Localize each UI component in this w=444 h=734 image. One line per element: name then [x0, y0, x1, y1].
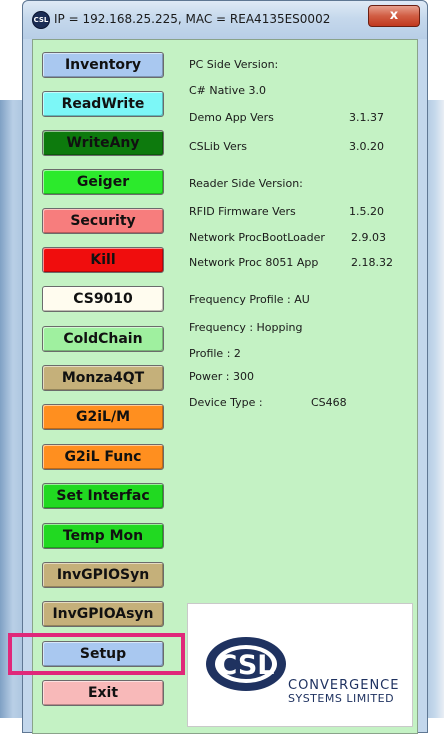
network-bootloader-value: 2.9.03: [351, 231, 386, 244]
main-panel: Inventory ReadWrite WriteAny Geiger Secu…: [32, 39, 418, 734]
device-type-value: CS468: [311, 396, 347, 409]
temp-mon-button[interactable]: Temp Mon: [42, 523, 164, 549]
setup-highlight-box: [8, 633, 185, 675]
kill-button[interactable]: Kill: [42, 247, 164, 273]
cs9010-button[interactable]: CS9010: [42, 286, 164, 312]
rfid-firmware-version-value: 1.5.20: [349, 205, 384, 218]
logo-mark-text: CSL: [218, 650, 275, 681]
network-proc-app-label: Network Proc 8051 App: [189, 256, 319, 269]
geiger-button[interactable]: Geiger: [42, 169, 164, 195]
logo-line-1: CONVERGENCE: [288, 678, 400, 693]
frequency-profile: Frequency Profile : AU: [189, 293, 310, 306]
reader-side-version-header: Reader Side Version:: [189, 177, 303, 190]
exit-button[interactable]: Exit: [42, 680, 164, 706]
device-type-label: Device Type :: [189, 396, 263, 409]
close-button[interactable]: x: [368, 5, 420, 27]
csharp-native-version: C# Native 3.0: [189, 84, 266, 97]
logo-line-2: SYSTEMS LIMITED: [288, 692, 395, 705]
pc-side-version-header: PC Side Version:: [189, 58, 279, 71]
security-button[interactable]: Security: [42, 208, 164, 234]
g2ilm-button[interactable]: G2iL/M: [42, 404, 164, 430]
network-bootloader-label: Network ProcBootLoader: [189, 231, 325, 244]
frequency-mode: Frequency : Hopping: [189, 321, 303, 334]
power-value: Power : 300: [189, 370, 254, 383]
inventory-button[interactable]: Inventory: [42, 52, 164, 78]
writeany-button[interactable]: WriteAny: [42, 130, 164, 156]
window-title: IP = 192.168.25.225, MAC = REA4135ES0002: [54, 12, 331, 26]
network-proc-app-value: 2.18.32: [351, 256, 393, 269]
demo-app-version-value: 3.1.37: [349, 111, 384, 124]
rfid-firmware-version-label: RFID Firmware Vers: [189, 205, 296, 218]
app-icon: CSL: [32, 11, 50, 29]
monza4qt-button[interactable]: Monza4QT: [42, 365, 164, 391]
app-window: CSL IP = 192.168.25.225, MAC = REA4135ES…: [22, 0, 428, 734]
invgpiosyn-button[interactable]: InvGPIOSyn: [42, 562, 164, 588]
set-interfac-button[interactable]: Set Interfac: [42, 483, 164, 509]
invgpioasyn-button[interactable]: InvGPIOAsyn: [42, 601, 164, 627]
g2il-func-button[interactable]: G2iL Func: [42, 444, 164, 470]
profile-value: Profile : 2: [189, 347, 241, 360]
company-logo: CSL CONVERGENCE SYSTEMS LIMITED: [187, 603, 413, 727]
readwrite-button[interactable]: ReadWrite: [42, 91, 164, 117]
title-bar[interactable]: CSL IP = 192.168.25.225, MAC = REA4135ES…: [23, 1, 427, 39]
demo-app-version-label: Demo App Vers: [189, 111, 274, 124]
cslib-version-value: 3.0.20: [349, 140, 384, 153]
coldchain-button[interactable]: ColdChain: [42, 326, 164, 352]
csl-logo-icon: CSL: [206, 637, 286, 691]
cslib-version-label: CSLib Vers: [189, 140, 248, 153]
